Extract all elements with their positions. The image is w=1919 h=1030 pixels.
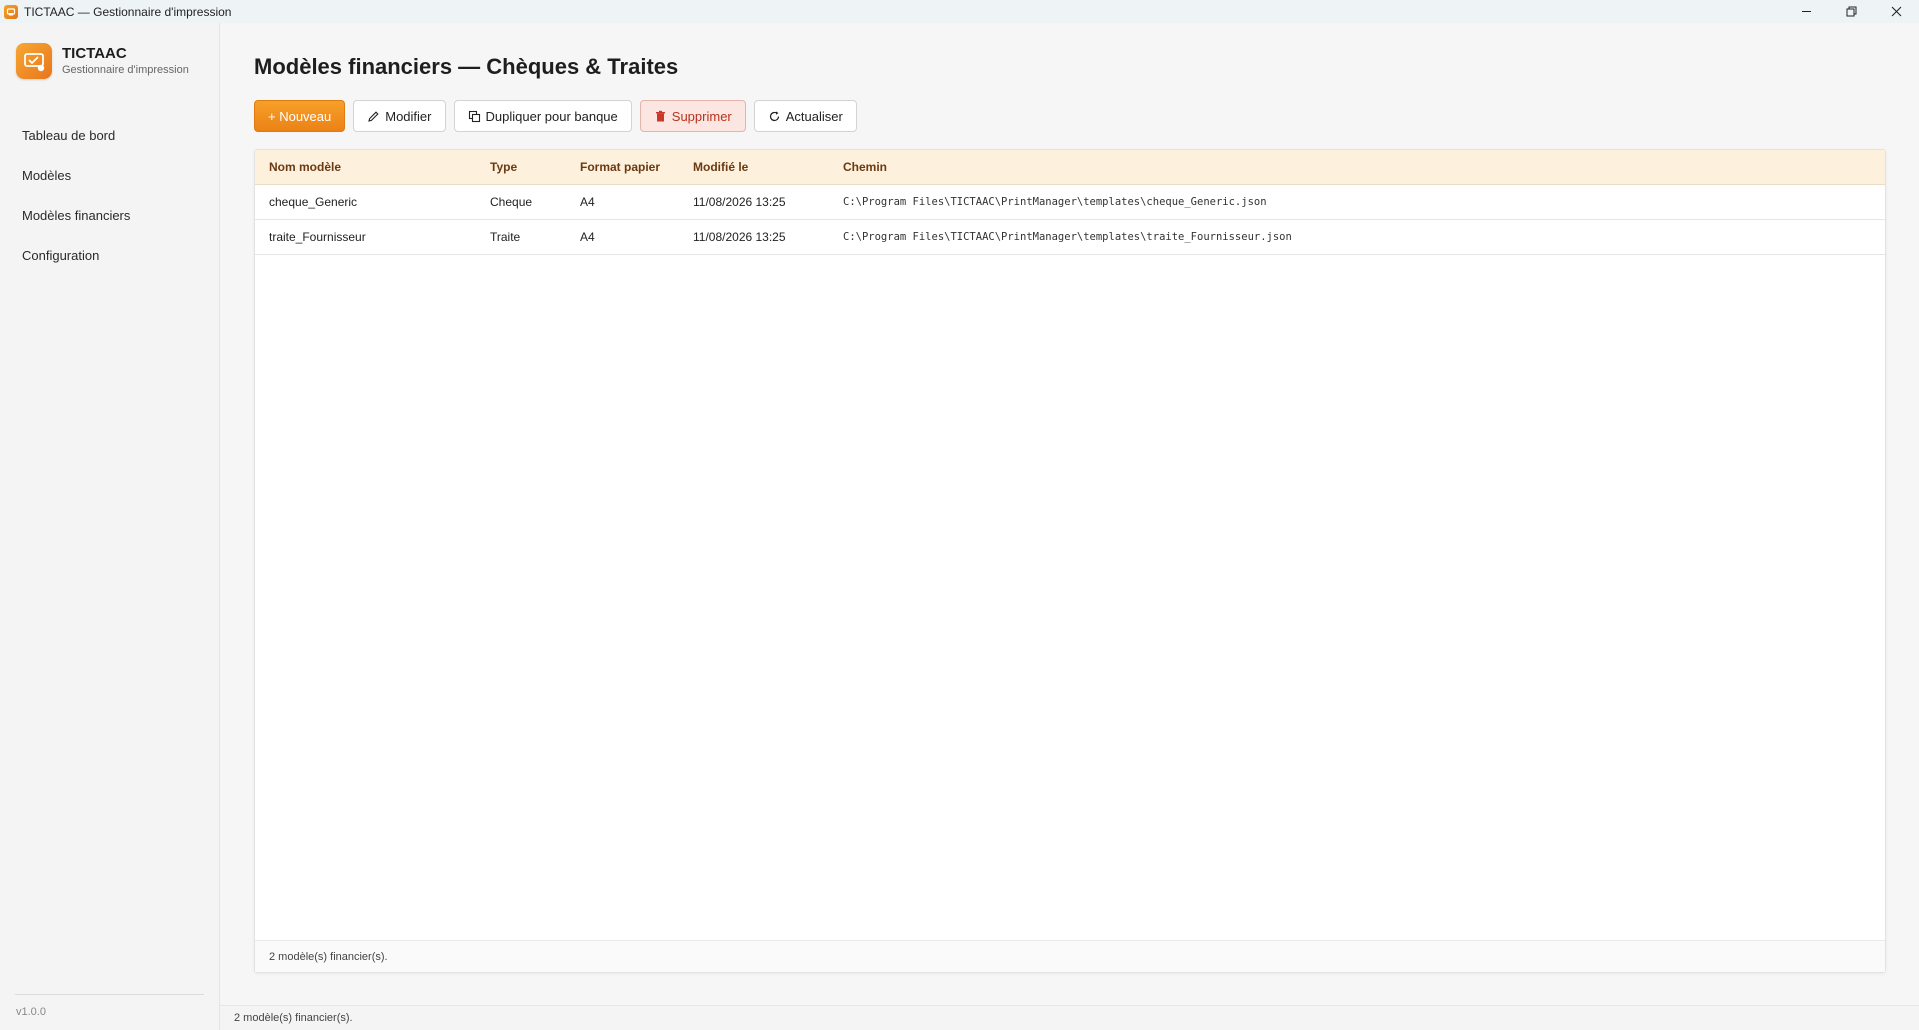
cell-type: Cheque bbox=[490, 195, 533, 209]
cell-path: C:\Program Files\TICTAAC\PrintManager\te… bbox=[843, 231, 1292, 243]
refresh-icon bbox=[769, 111, 779, 121]
app-logo-icon bbox=[16, 43, 52, 79]
column-header-path[interactable]: Chemin bbox=[843, 160, 1885, 174]
sidebar-item-label: Configuration bbox=[22, 247, 100, 263]
window-title: TICTAAC — Gestionnaire d'impression bbox=[24, 4, 232, 19]
duplicate-button-label: Dupliquer pour banque bbox=[485, 108, 618, 124]
minimize-icon bbox=[1802, 11, 1811, 12]
column-header-modified[interactable]: Modifié le bbox=[693, 160, 843, 174]
trash-icon bbox=[655, 110, 665, 121]
table-row[interactable]: cheque_Generic Cheque A4 11/08/2026 13:2… bbox=[255, 185, 1885, 220]
sidebar-item-financial-templates[interactable]: Modèles financiers bbox=[0, 195, 219, 235]
cell-paper: A4 bbox=[580, 230, 595, 244]
cell-modified: 11/08/2026 13:25 bbox=[693, 195, 786, 209]
refresh-button-label: Actualiser bbox=[785, 108, 843, 124]
edit-button[interactable]: Modifier bbox=[353, 100, 446, 132]
table-footer: 2 modèle(s) financier(s). bbox=[255, 940, 1885, 972]
cell-path: C:\Program Files\TICTAAC\PrintManager\te… bbox=[843, 196, 1267, 208]
status-bar: 2 modèle(s) financier(s). bbox=[220, 1005, 1919, 1030]
status-text: 2 modèle(s) financier(s). bbox=[234, 1012, 353, 1024]
sidebar-item-label: Modèles financiers bbox=[22, 207, 131, 223]
toolbar: + Nouveau Modifier Dupliquer pour banque… bbox=[254, 100, 865, 134]
sidebar-item-configuration[interactable]: Configuration bbox=[0, 235, 219, 275]
restore-button[interactable] bbox=[1829, 0, 1874, 23]
minimize-button[interactable] bbox=[1784, 0, 1829, 23]
delete-button[interactable]: Supprimer bbox=[639, 100, 746, 132]
close-button[interactable] bbox=[1874, 0, 1919, 23]
pencil-icon bbox=[368, 110, 379, 122]
sidebar-item-label: Tableau de bord bbox=[22, 127, 116, 143]
app-version: v1.0.0 bbox=[16, 1006, 46, 1018]
restore-icon bbox=[1846, 6, 1857, 17]
cell-type: Traite bbox=[490, 230, 521, 244]
table-header: Nom modèle Type Format papier Modifié le… bbox=[255, 150, 1885, 185]
copy-icon bbox=[468, 110, 480, 122]
table-row[interactable]: traite_Fournisseur Traite A4 11/08/2026 … bbox=[255, 220, 1885, 255]
brand-subtitle: Gestionnaire d'impression bbox=[62, 64, 189, 76]
cell-name: cheque_Generic bbox=[269, 195, 358, 209]
column-header-paper[interactable]: Format papier bbox=[580, 160, 693, 174]
table-count: 2 modèle(s) financier(s). bbox=[269, 950, 388, 963]
refresh-button[interactable]: Actualiser bbox=[753, 100, 857, 132]
cell-paper: A4 bbox=[580, 195, 595, 209]
printer-app-icon bbox=[4, 4, 18, 19]
sidebar: TICTAAC Gestionnaire d'impression Tablea… bbox=[0, 23, 220, 1030]
cell-modified: 11/08/2026 13:25 bbox=[693, 230, 786, 244]
page-title: Modèles financiers — Chèques & Traites bbox=[254, 54, 679, 79]
edit-button-label: Modifier bbox=[385, 108, 432, 124]
title-bar: TICTAAC — Gestionnaire d'impression bbox=[0, 0, 1919, 23]
column-header-type[interactable]: Type bbox=[490, 160, 580, 174]
sidebar-item-label: Modèles bbox=[22, 167, 72, 183]
brand: TICTAAC Gestionnaire d'impression bbox=[16, 43, 189, 79]
new-button[interactable]: + Nouveau bbox=[254, 100, 346, 132]
column-header-name[interactable]: Nom modèle bbox=[255, 160, 490, 174]
cell-name: traite_Fournisseur bbox=[269, 230, 366, 244]
delete-button-label: Supprimer bbox=[671, 108, 732, 124]
close-icon bbox=[1891, 6, 1902, 17]
duplicate-button[interactable]: Dupliquer pour banque bbox=[453, 100, 632, 132]
brand-name: TICTAAC bbox=[62, 45, 127, 62]
new-button-label: + Nouveau bbox=[268, 108, 332, 124]
sidebar-item-dashboard[interactable]: Tableau de bord bbox=[0, 115, 219, 155]
sidebar-item-templates[interactable]: Modèles bbox=[0, 155, 219, 195]
templates-table: Nom modèle Type Format papier Modifié le… bbox=[254, 149, 1886, 973]
sidebar-nav: Tableau de bord Modèles Modèles financie… bbox=[0, 115, 219, 275]
sidebar-divider bbox=[15, 994, 204, 995]
